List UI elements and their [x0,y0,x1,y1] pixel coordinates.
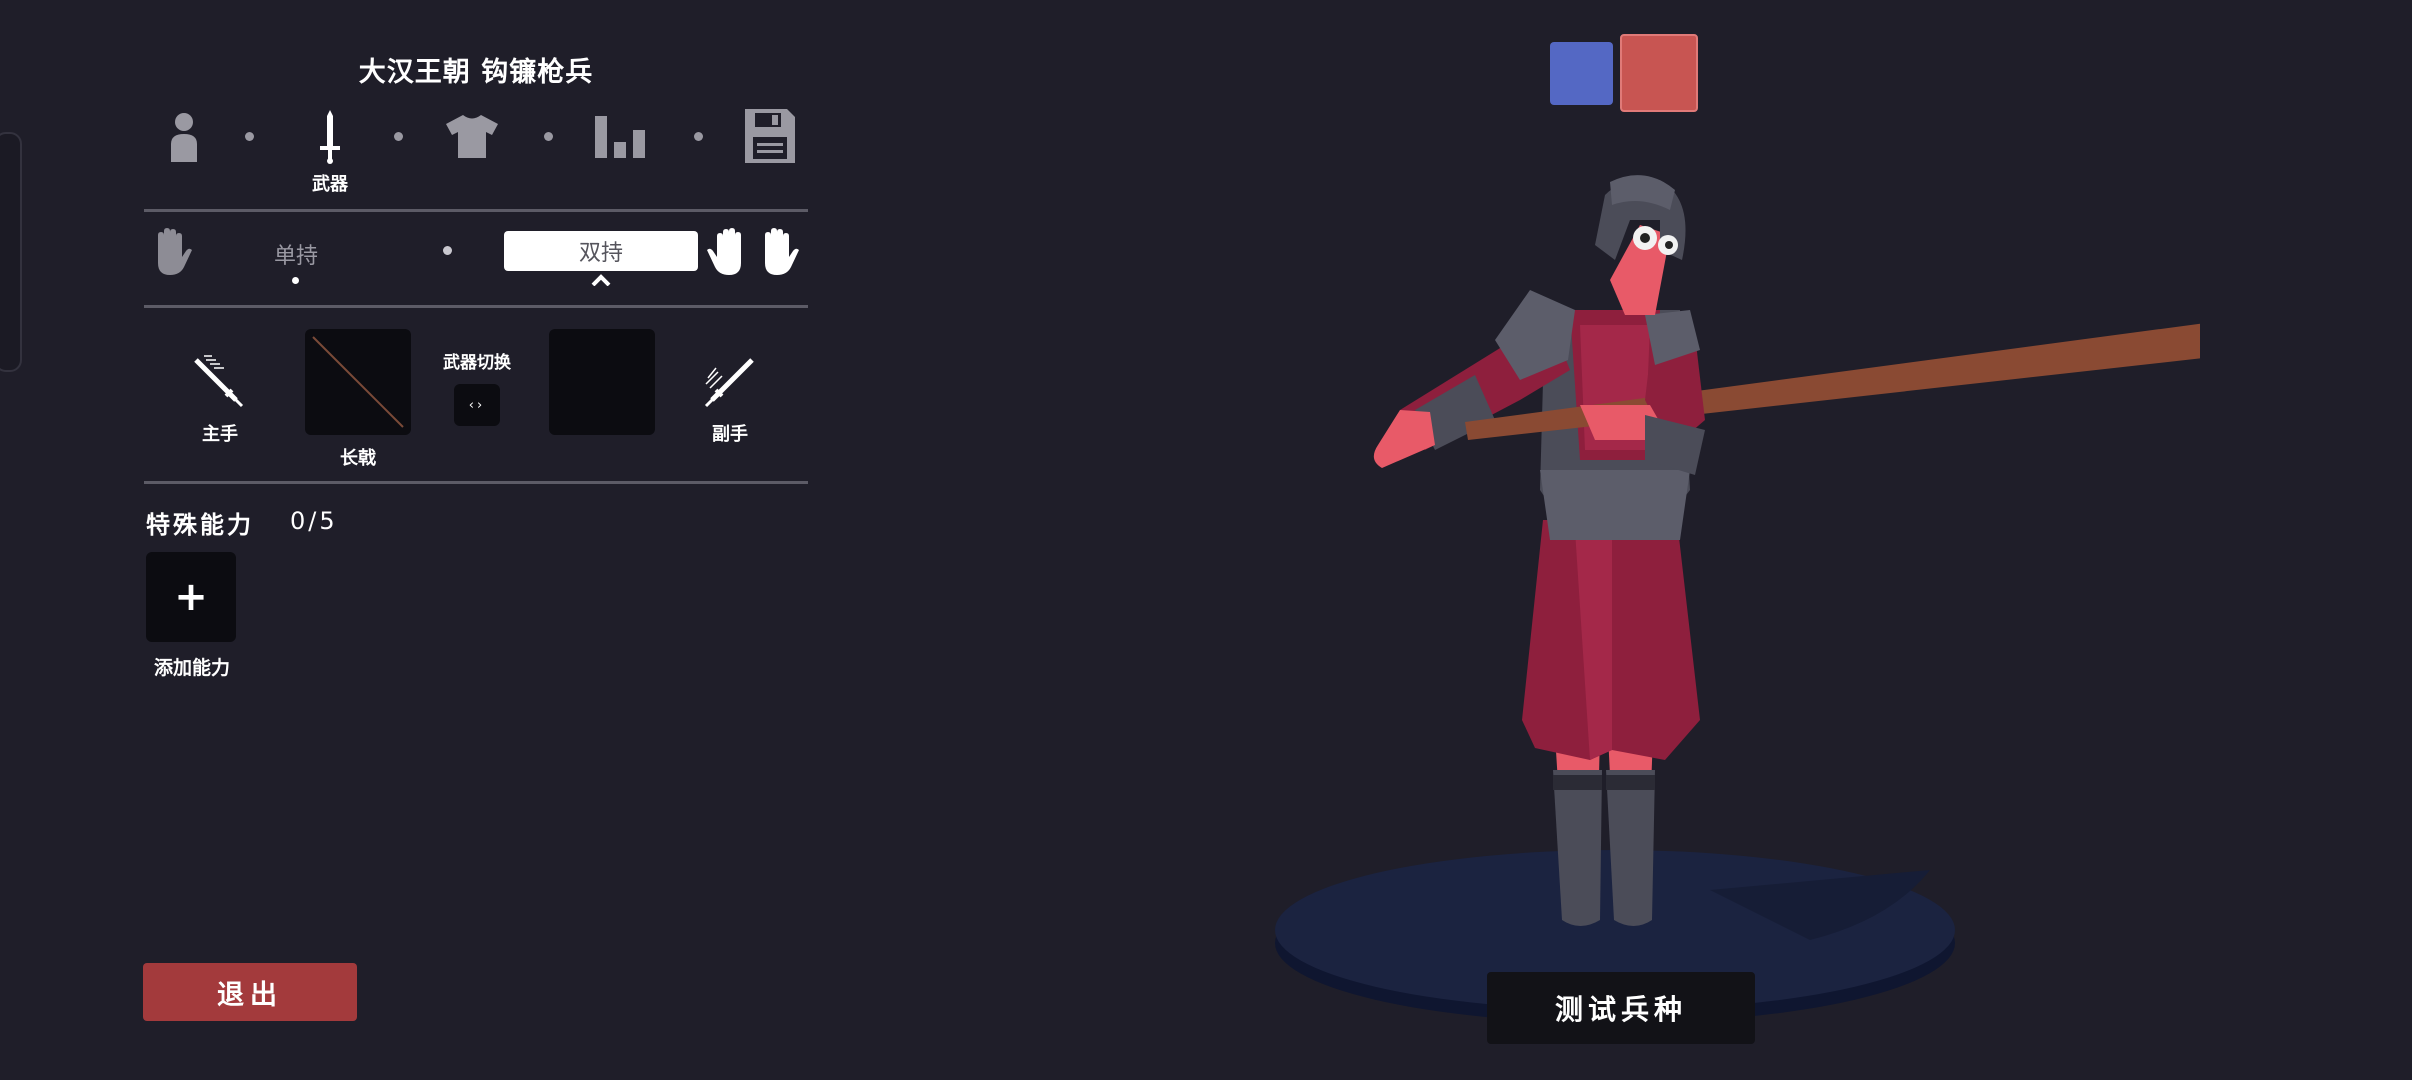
single-grip-option[interactable]: 单持 [274,238,318,270]
weapon-switch-label: 武器切换 [443,353,511,373]
off-hand-label: 副手 [712,424,748,445]
sword-icon[interactable] [300,106,360,166]
exit-button[interactable]: 退出 [143,963,357,1021]
step-label-weapon: 武器 [312,174,348,195]
divider [144,209,808,212]
single-hand-icon [150,226,194,278]
step-separator [694,132,703,141]
divider [144,481,808,484]
off-hand-slot[interactable] [549,329,655,435]
step-separator [245,132,254,141]
add-ability-label: 添加能力 [153,657,230,679]
side-drawer-tab[interactable] [0,132,22,372]
grip-indicator-dot [292,277,299,284]
main-weapon-slot[interactable] [305,329,411,435]
abilities-title: 特殊能力 [146,511,254,539]
save-icon[interactable] [738,106,802,166]
shirt-icon[interactable] [440,106,504,166]
divider [144,305,808,308]
dual-grip-option[interactable]: 双持 [504,231,698,271]
plus-icon: + [174,574,208,620]
team-red-swatch[interactable] [1620,34,1698,112]
weapon-switch-button[interactable]: ‹› [454,384,500,426]
step-separator [394,132,403,141]
abilities-count: 0/5 [290,507,338,535]
step-separator [544,132,553,141]
add-ability-button[interactable]: + [146,552,236,642]
main-hand-sword-icon [188,352,248,412]
dual-hands-icon [706,224,800,280]
unit-title: 大汉王朝 钩镰枪兵 [358,57,594,88]
test-unit-button[interactable]: 测试兵种 [1487,972,1755,1044]
team-blue-swatch[interactable] [1550,42,1613,105]
main-weapon-name: 长戟 [340,448,376,469]
unit-preview-scene [1275,175,2200,1023]
off-hand-sword-icon [700,352,760,412]
grip-separator [443,246,452,255]
chevron-up-icon [590,273,612,287]
bar-chart-icon[interactable] [588,106,652,166]
person-icon[interactable] [154,108,214,168]
main-hand-label: 主手 [202,424,238,445]
